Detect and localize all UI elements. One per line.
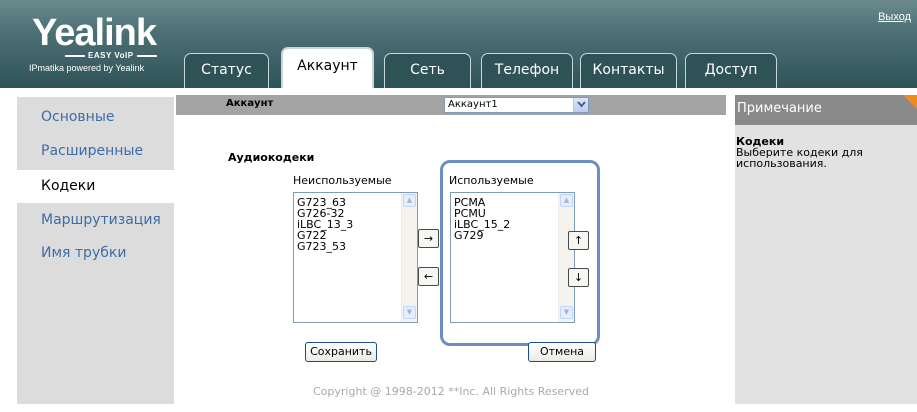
move-up-button[interactable]: ↑ [568, 231, 589, 250]
header-bar: Yealink EASY VoIP IPmatika powered by Ye… [0, 0, 917, 88]
sidebar-item-advanced[interactable]: Расширенные [41, 143, 143, 159]
list-item[interactable]: G729 [454, 230, 574, 241]
scroll-up-icon[interactable]: ▲ [403, 194, 416, 207]
tab-account[interactable]: Аккаунт [281, 47, 374, 88]
account-bar: Аккаунт Аккаунт1 [176, 95, 726, 115]
unused-codecs-list[interactable]: G723_63 G726-32 iLBC_13_3 G722 G723_53 ▲… [293, 192, 418, 323]
chevron-down-icon[interactable] [573, 98, 588, 112]
tab-access[interactable]: Доступ [685, 53, 777, 88]
sidebar-item-codecs[interactable]: Кодеки [17, 170, 177, 203]
note-text: Выберите кодеки для использования. [736, 146, 863, 170]
note-header: Примечание [735, 95, 917, 125]
section-title: Аудиокодеки [228, 151, 315, 164]
scroll-down-icon[interactable]: ▼ [560, 306, 573, 319]
sidebar-item-basic[interactable]: Основные [41, 109, 115, 125]
scrollbar[interactable]: ▲ ▼ [401, 193, 417, 322]
account-select[interactable]: Аккаунт1 [444, 97, 589, 113]
account-label: Аккаунт [226, 98, 274, 109]
scroll-up-icon[interactable]: ▲ [560, 194, 573, 207]
copyright-footer: Copyright @ 1998-2012 **Inc. All Rights … [313, 385, 589, 398]
scroll-down-icon[interactable]: ▼ [403, 306, 416, 319]
sidebar-menu: Основные Расширенные Кодеки Маршрутизаци… [17, 97, 177, 404]
codecs-panel: Аудиокодеки Неиспользуемые G723_63 G726-… [176, 115, 726, 404]
note-panel: Кодеки Выберите кодеки для использования… [735, 125, 917, 404]
yealink-logo: Yealink [32, 12, 157, 54]
tab-contacts[interactable]: Контакты [580, 53, 677, 88]
sidebar-item-routing[interactable]: Маршрутизация [41, 212, 161, 228]
save-button[interactable]: Сохранить [305, 342, 377, 362]
move-right-button[interactable]: → [418, 229, 439, 248]
tab-network[interactable]: Сеть [384, 53, 471, 88]
account-select-value: Аккаунт1 [448, 99, 498, 110]
logout-link[interactable]: Выход [878, 11, 911, 23]
move-down-button[interactable]: ↓ [568, 268, 589, 287]
powered-by-text: IPmatika powered by Yealink [29, 63, 145, 73]
used-codecs-list[interactable]: PCMA PCMU iLBC_15_2 G729 ▲ ▼ [450, 192, 575, 323]
tab-phone[interactable]: Телефон [481, 53, 573, 88]
logo-tagline: EASY VoIP [62, 51, 160, 60]
used-codecs-caption: Используемые [449, 174, 534, 187]
tab-status[interactable]: Статус [184, 53, 269, 88]
list-item[interactable]: G723_53 [297, 241, 417, 252]
corner-flag-icon [903, 95, 917, 109]
scrollbar[interactable]: ▲ ▼ [558, 193, 574, 322]
sidebar-item-handset-name[interactable]: Имя трубки [41, 245, 126, 261]
unused-codecs-caption: Неиспользуемые [293, 174, 392, 187]
note-title: Примечание [737, 101, 822, 116]
cancel-button[interactable]: Отмена [528, 342, 596, 362]
move-left-button[interactable]: ← [418, 267, 439, 286]
